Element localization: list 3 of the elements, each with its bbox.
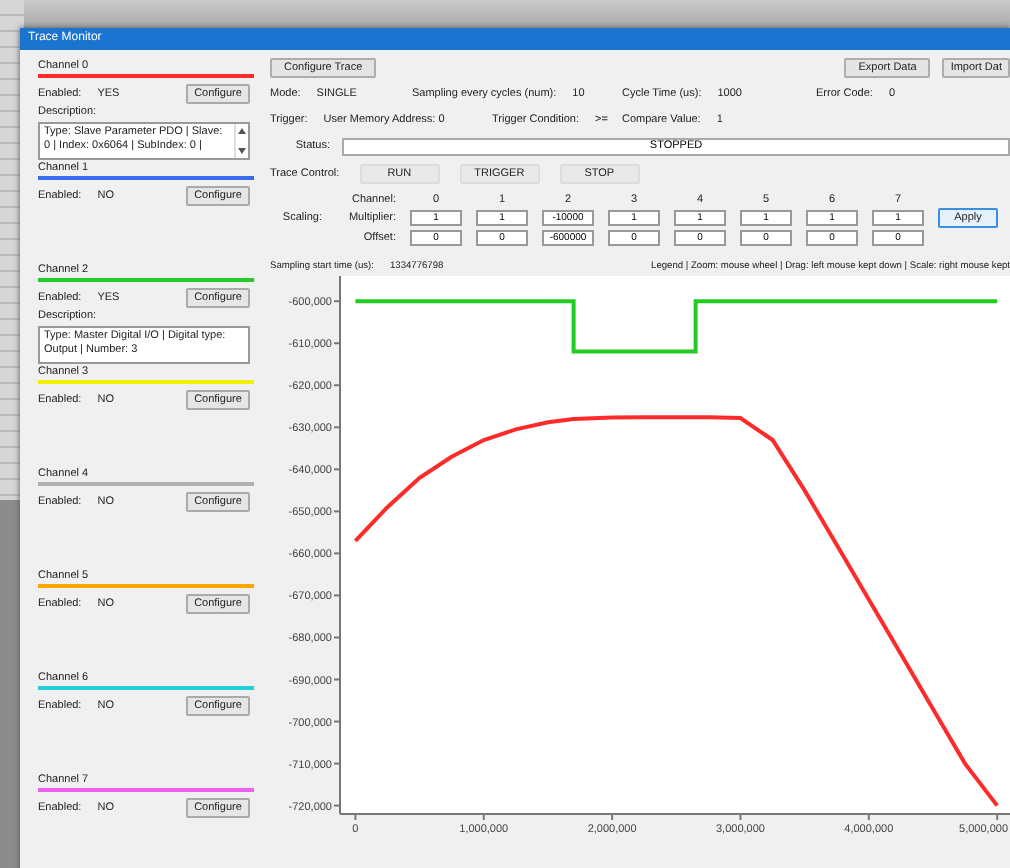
scroll-down-icon[interactable] (238, 148, 246, 154)
scroll-up-icon[interactable] (238, 128, 246, 134)
scrollbar[interactable] (234, 124, 248, 158)
